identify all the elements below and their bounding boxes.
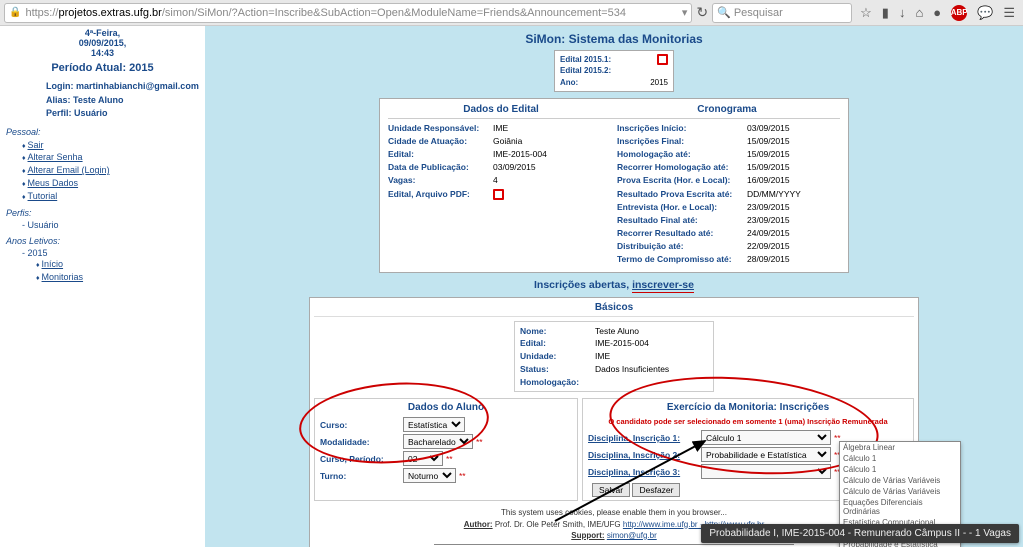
dropdown-option[interactable]: Cálculo 1 [840, 453, 960, 464]
basicos-header: Básicos [314, 302, 914, 317]
sidebar-link[interactable]: Alterar Senha [28, 152, 83, 162]
tooltip: Probabilidade I, IME-2015-004 - Remunera… [701, 524, 1019, 543]
url-bar[interactable]: 🔒 https:// projetos.extras.ufg.br /simon… [4, 3, 692, 23]
bullet-icon[interactable]: ● [933, 5, 941, 21]
dropdown-option[interactable]: Cálculo 1 [840, 464, 960, 475]
salvar-button[interactable]: Salvar [592, 483, 630, 497]
reload-icon[interactable]: ↻ [696, 4, 708, 21]
current-period: Período Atual: 2015 [6, 62, 199, 74]
disciplina-select-3[interactable] [701, 464, 831, 479]
dados-aluno-box: Dados do Aluno Curso:Estatística Modalid… [314, 398, 578, 501]
page-title: SiMon: Sistema das Monitorias [225, 32, 1003, 46]
search-placeholder: Pesquisar [734, 7, 783, 19]
sidebar-link[interactable]: Sair [28, 140, 44, 150]
search-icon: 🔍 [717, 6, 731, 19]
basicos-box: Nome:Teste AlunoEdital:IME-2015-004Unida… [514, 321, 714, 393]
editais-summary: Edital 2015.1:Edital 2015.2:Ano:2015 [554, 50, 674, 92]
url-host: projetos.extras.ufg.br [58, 7, 161, 19]
form-panel: Básicos Nome:Teste AlunoEdital:IME-2015-… [309, 297, 919, 547]
url-path: /simon/SiMon/?Action=Inscribe&SubAction=… [162, 7, 626, 19]
dropdown-option[interactable]: Álgebra Linear [840, 442, 960, 453]
pdf-icon[interactable] [657, 54, 668, 65]
disciplina-select-2[interactable]: Probabilidade e Estatística [701, 447, 831, 462]
lock-icon: 🔒 [9, 7, 21, 18]
weekday: 4ª-Feira, [6, 28, 199, 38]
abp-icon[interactable]: ABP [951, 5, 967, 21]
date: 09/09/2015, [6, 38, 199, 48]
desfazer-button[interactable]: Desfazer [632, 483, 680, 497]
sidebar-link[interactable]: Início [42, 259, 64, 269]
inscrever-se-link[interactable]: inscrever-se [632, 279, 694, 293]
section-perfis: Perfis: [6, 208, 199, 218]
section-anos: Anos Letivos: [6, 236, 199, 246]
star-icon[interactable]: ☆ [860, 5, 872, 21]
menu-icon[interactable]: ☰ [1003, 5, 1015, 21]
sidebar-link[interactable]: Tutorial [28, 191, 58, 201]
download-icon[interactable]: ↓ [899, 5, 906, 21]
turno-select[interactable]: Noturno [403, 468, 456, 483]
dropdown-icon[interactable]: ▾ [682, 6, 688, 19]
section-pessoal: Pessoal: [6, 127, 199, 137]
header-dados-edital: Dados do Edital [388, 104, 614, 115]
dropdown-option[interactable]: Equações Diferenciais Ordinárias [840, 497, 960, 517]
sidebar: 4ª-Feira, 09/09/2015, 14:43 Período Atua… [0, 26, 205, 547]
sidebar-link[interactable]: Alterar Email (Login) [28, 165, 110, 175]
browser-search[interactable]: 🔍 Pesquisar [712, 3, 852, 23]
modalidade-select[interactable]: Bacharelado [403, 434, 473, 449]
sidebar-link[interactable]: Meus Dados [28, 178, 79, 188]
header-cronograma: Cronograma [614, 104, 840, 115]
periodo-select[interactable]: 02 [403, 451, 443, 466]
inscricoes-line: Inscrições abertas, inscrever-se [225, 279, 1003, 291]
speech-icon[interactable]: 💬 [977, 5, 993, 21]
disciplina-select-1[interactable]: Cálculo 1 [701, 430, 831, 445]
curso-select[interactable]: Estatística [403, 417, 465, 432]
dropdown-option[interactable]: Cálculo de Várias Variáveis [840, 486, 960, 497]
dropdown-option[interactable]: Cálculo de Várias Variáveis [840, 475, 960, 486]
pocket-icon[interactable]: ▮ [882, 5, 889, 21]
sidebar-link[interactable]: Monitorias [42, 272, 84, 282]
main-content: SiMon: Sistema das Monitorias Edital 201… [205, 26, 1023, 547]
edital-box: Dados do Edital Cronograma Unidade Respo… [379, 98, 849, 273]
url-scheme: https:// [25, 7, 58, 19]
pdf-icon[interactable] [493, 189, 504, 200]
browser-chrome: 🔒 https:// projetos.extras.ufg.br /simon… [0, 0, 1023, 26]
home-icon[interactable]: ⌂ [915, 5, 923, 21]
time: 14:43 [6, 48, 199, 58]
